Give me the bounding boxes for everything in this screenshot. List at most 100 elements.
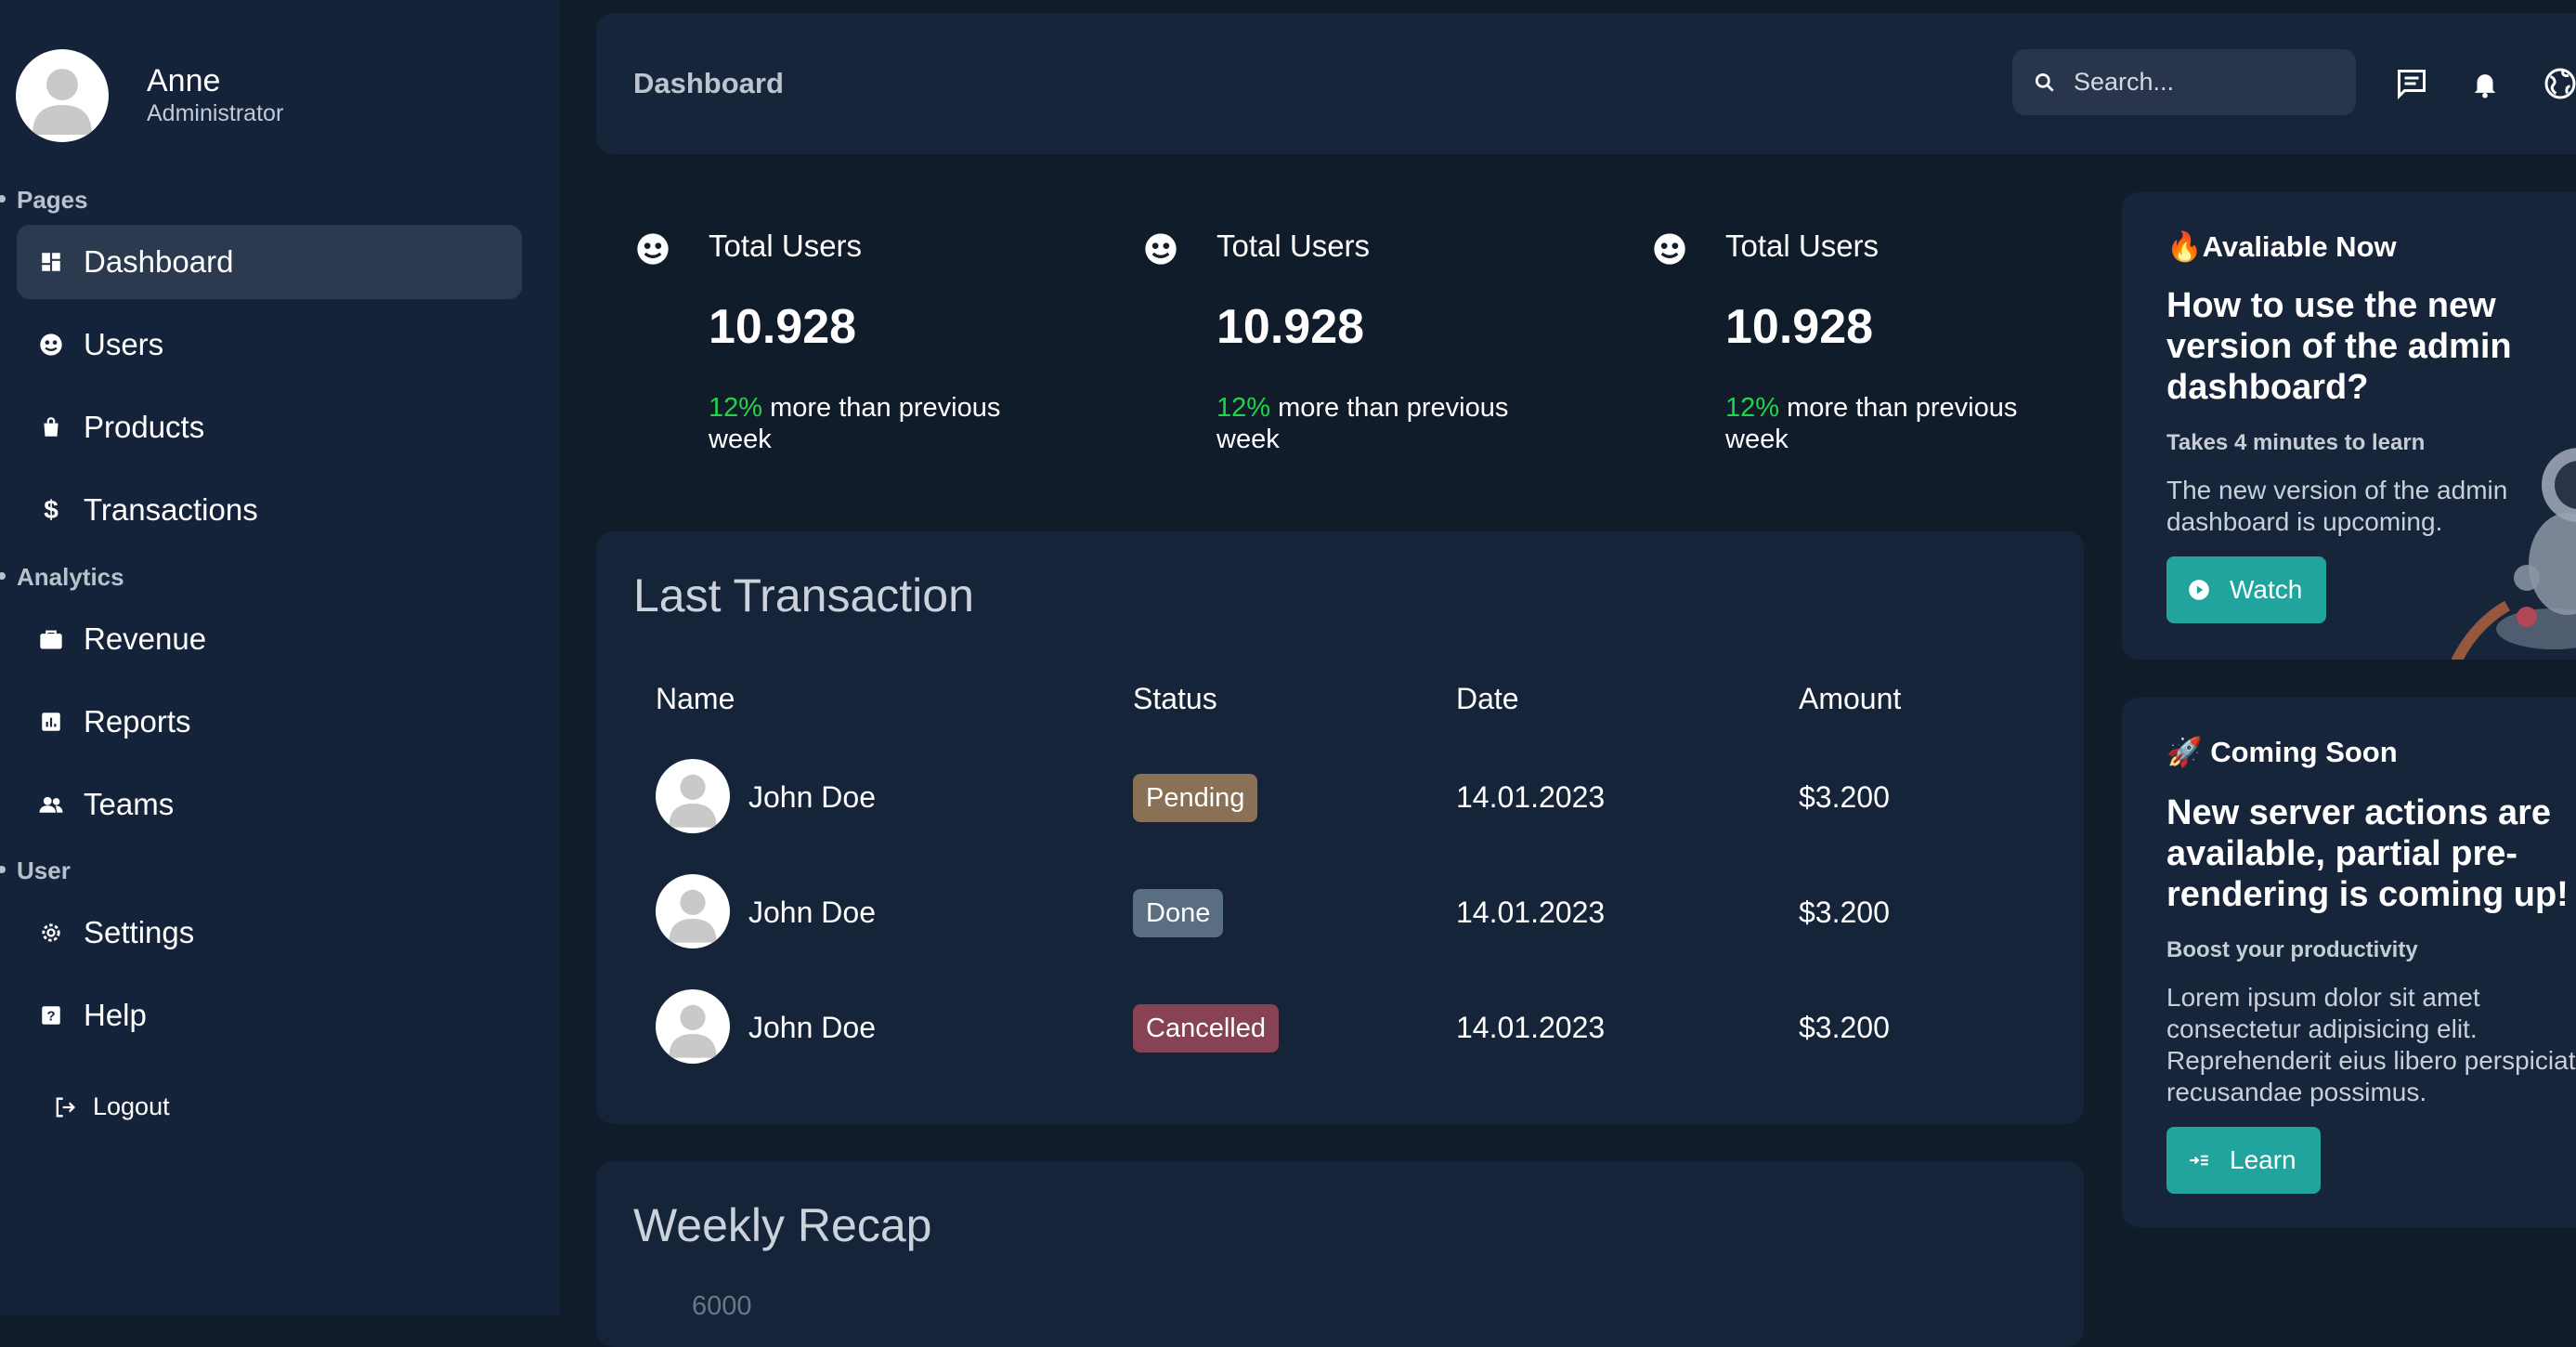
sidebar-item-label: Reports: [84, 704, 191, 739]
team-icon: [34, 788, 68, 821]
users-icon: [1651, 230, 1688, 268]
learn-button[interactable]: Learn: [2166, 1127, 2321, 1194]
row-date: 14.01.2023: [1456, 896, 1606, 929]
search-icon: [2033, 71, 2057, 95]
sidebar-item-label: Users: [84, 327, 164, 361]
column-header-amount: Amount: [1799, 682, 1902, 715]
stat-value: 10.928: [1725, 300, 1874, 354]
promo-title: New server actions are available, partia…: [2166, 793, 2569, 914]
sidebar-item-products[interactable]: Products: [17, 390, 522, 464]
sidebar-item-users[interactable]: Users: [17, 307, 522, 382]
top-header: Dashboard: [596, 13, 2576, 154]
section-title-analytics: Analytics: [0, 563, 124, 591]
sidebar-item-reports[interactable]: Reports: [17, 685, 522, 759]
search-input[interactable]: [2072, 67, 2335, 98]
promo-card-available: 🔥Avaliable Now How to use the new versio…: [2122, 192, 2576, 660]
report-icon: [34, 705, 68, 739]
astronaut-illustration: [2438, 425, 2576, 660]
watch-button-label: Watch: [2230, 575, 2303, 604]
users-icon: [34, 328, 68, 361]
y-axis-tick: 6000: [692, 1291, 752, 1321]
stat-note: 12% more than previous week: [1725, 392, 2069, 455]
card-title: Weekly Recap: [633, 1199, 932, 1251]
stat-value: 10.928: [1216, 300, 1365, 354]
status-badge: Cancelled: [1133, 1004, 1279, 1053]
promo-card-coming-soon: 🚀 Coming Soon New server actions are ava…: [2122, 698, 2576, 1227]
row-date: 14.01.2023: [1456, 780, 1606, 814]
column-header-name: Name: [656, 682, 735, 715]
row-amount: $3.200: [1799, 896, 1890, 929]
sidebar-item-teams[interactable]: Teams: [17, 767, 522, 842]
sidebar: Anne Administrator Pages Dashboard Users…: [0, 0, 559, 1315]
sidebar-item-label: Revenue: [84, 621, 207, 656]
stat-note: 12% more than previous week: [709, 392, 1052, 455]
column-header-date: Date: [1456, 682, 1519, 715]
sidebar-item-label: Dashboard: [84, 244, 234, 279]
stat-percent: 12%: [709, 393, 763, 423]
sidebar-item-label: Products: [84, 410, 205, 444]
stat-note: 12% more than previous week: [1216, 392, 1560, 455]
learn-button-label: Learn: [2230, 1145, 2296, 1174]
sidebar-item-settings[interactable]: Settings: [17, 896, 522, 970]
avatar: [656, 989, 730, 1064]
stat-percent: 12%: [1216, 393, 1271, 423]
row-amount: $3.200: [1799, 1011, 1890, 1044]
gear-icon: [34, 916, 68, 949]
bag-icon: [34, 411, 68, 444]
promo-subtitle: Takes 4 minutes to learn: [2166, 430, 2426, 455]
globe-icon[interactable]: [2542, 65, 2576, 102]
dollar-icon: $: [44, 495, 59, 524]
avatar: [656, 759, 730, 833]
stat-value: 10.928: [709, 300, 857, 354]
sidebar-item-revenue[interactable]: Revenue: [17, 602, 522, 676]
search-box[interactable]: [2012, 49, 2356, 115]
user-name: Anne: [147, 63, 221, 98]
play-icon: [2187, 578, 2211, 602]
card-title: Last Transaction: [633, 569, 974, 621]
sidebar-item-label: Help: [84, 998, 147, 1032]
section-title-user: User: [0, 857, 71, 884]
dashboard-icon: [34, 245, 68, 279]
user-role: Administrator: [147, 100, 284, 126]
status-badge: Pending: [1133, 774, 1258, 822]
sidebar-item-label: Settings: [84, 915, 195, 949]
row-amount: $3.200: [1799, 780, 1890, 814]
stat-percent: 12%: [1725, 393, 1780, 423]
sidebar-item-transactions[interactable]: $ Transactions: [17, 473, 522, 547]
stat-label: Total Users: [1216, 229, 1371, 263]
row-name: John Doe: [748, 1011, 876, 1044]
logout-icon: [52, 1094, 78, 1120]
section-title-pages: Pages: [0, 186, 88, 214]
promo-text: Lorem ipsum dolor sit amet consectetur a…: [2166, 983, 2576, 1106]
promo-tag: 🔥Avaliable Now: [2166, 230, 2397, 263]
watch-button[interactable]: Watch: [2166, 556, 2327, 623]
users-icon: [634, 230, 671, 268]
stat-label: Total Users: [709, 229, 863, 263]
sidebar-item-label: Transactions: [84, 492, 258, 527]
column-header-status: Status: [1133, 682, 1217, 715]
promo-subtitle: Boost your productivity: [2166, 937, 2418, 962]
logout-label: Logout: [93, 1092, 170, 1120]
users-icon: [1142, 230, 1179, 268]
briefcase-icon: [34, 622, 68, 656]
row-name: John Doe: [748, 780, 876, 814]
row-date: 14.01.2023: [1456, 1011, 1606, 1044]
sidebar-item-help[interactable]: ? Help: [17, 978, 522, 1053]
avatar: [656, 874, 730, 948]
user-avatar[interactable]: [16, 49, 109, 142]
page-title: Dashboard: [633, 67, 784, 99]
stat-label: Total Users: [1725, 229, 1880, 263]
chat-icon[interactable]: [2393, 65, 2430, 102]
svg-text:?: ?: [46, 1008, 55, 1024]
row-name: John Doe: [748, 896, 876, 929]
promo-tag: 🚀 Coming Soon: [2166, 736, 2398, 768]
weekly-recap-card: Weekly Recap: [596, 1161, 2084, 1347]
help-icon: ?: [34, 999, 68, 1032]
bell-icon[interactable]: [2466, 65, 2504, 102]
status-badge: Done: [1133, 889, 1224, 937]
sidebar-item-dashboard[interactable]: Dashboard: [17, 225, 522, 299]
logout-button[interactable]: Logout: [52, 1092, 170, 1121]
sidebar-item-label: Teams: [84, 787, 175, 821]
learn-icon: [2187, 1148, 2211, 1172]
promo-title: How to use the new version of the admin …: [2166, 286, 2512, 407]
